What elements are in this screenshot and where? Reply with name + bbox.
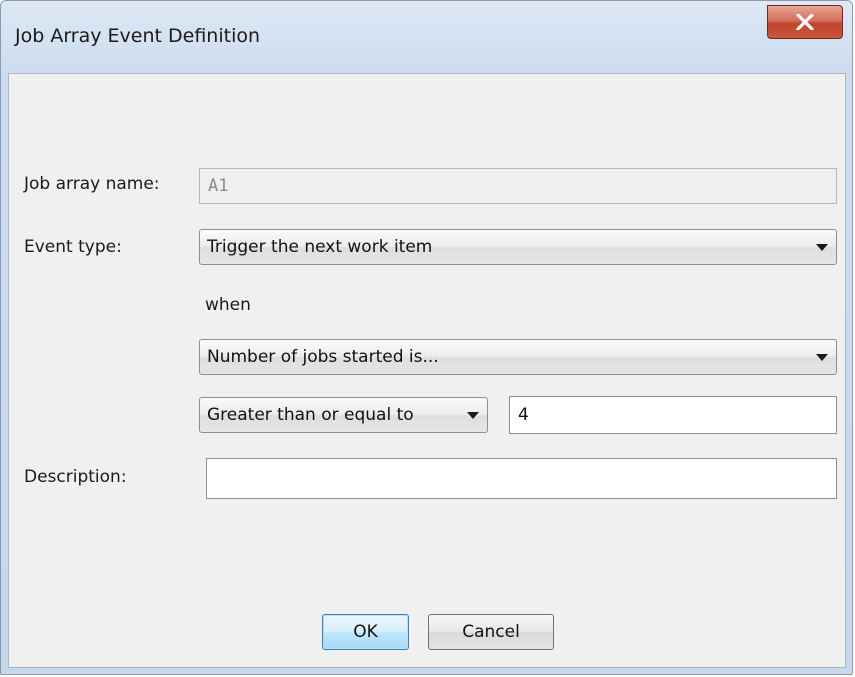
event-type-dropdown[interactable]: Trigger the next work item: [199, 229, 837, 265]
ok-button[interactable]: OK: [322, 614, 409, 650]
chevron-down-icon: [467, 412, 479, 419]
comparator-dropdown[interactable]: Greater than or equal to: [199, 397, 488, 433]
description-input[interactable]: [206, 458, 837, 499]
condition-selected: Number of jobs started is...: [207, 347, 439, 367]
when-label: when: [205, 295, 251, 315]
dialog-body: Job array name: A1 Event type: Trigger t…: [8, 73, 846, 668]
event-type-selected: Trigger the next work item: [207, 237, 433, 257]
chevron-down-icon: [816, 244, 828, 251]
cancel-button[interactable]: Cancel: [428, 614, 554, 650]
comparator-selected: Greater than or equal to: [207, 405, 414, 425]
chevron-down-icon: [816, 354, 828, 361]
dialog-window: Job Array Event Definition Job array nam…: [0, 0, 853, 675]
close-x-icon: [796, 14, 814, 30]
title-bar[interactable]: Job Array Event Definition: [1, 1, 852, 79]
event-type-label: Event type:: [24, 237, 122, 257]
close-button[interactable]: [767, 5, 843, 39]
threshold-input[interactable]: 4: [509, 396, 837, 434]
description-label: Description:: [24, 467, 127, 487]
job-array-name-label: Job array name:: [24, 174, 160, 194]
job-array-name-field: A1: [199, 168, 837, 204]
condition-dropdown[interactable]: Number of jobs started is...: [199, 339, 837, 375]
dialog-title: Job Array Event Definition: [15, 25, 261, 47]
